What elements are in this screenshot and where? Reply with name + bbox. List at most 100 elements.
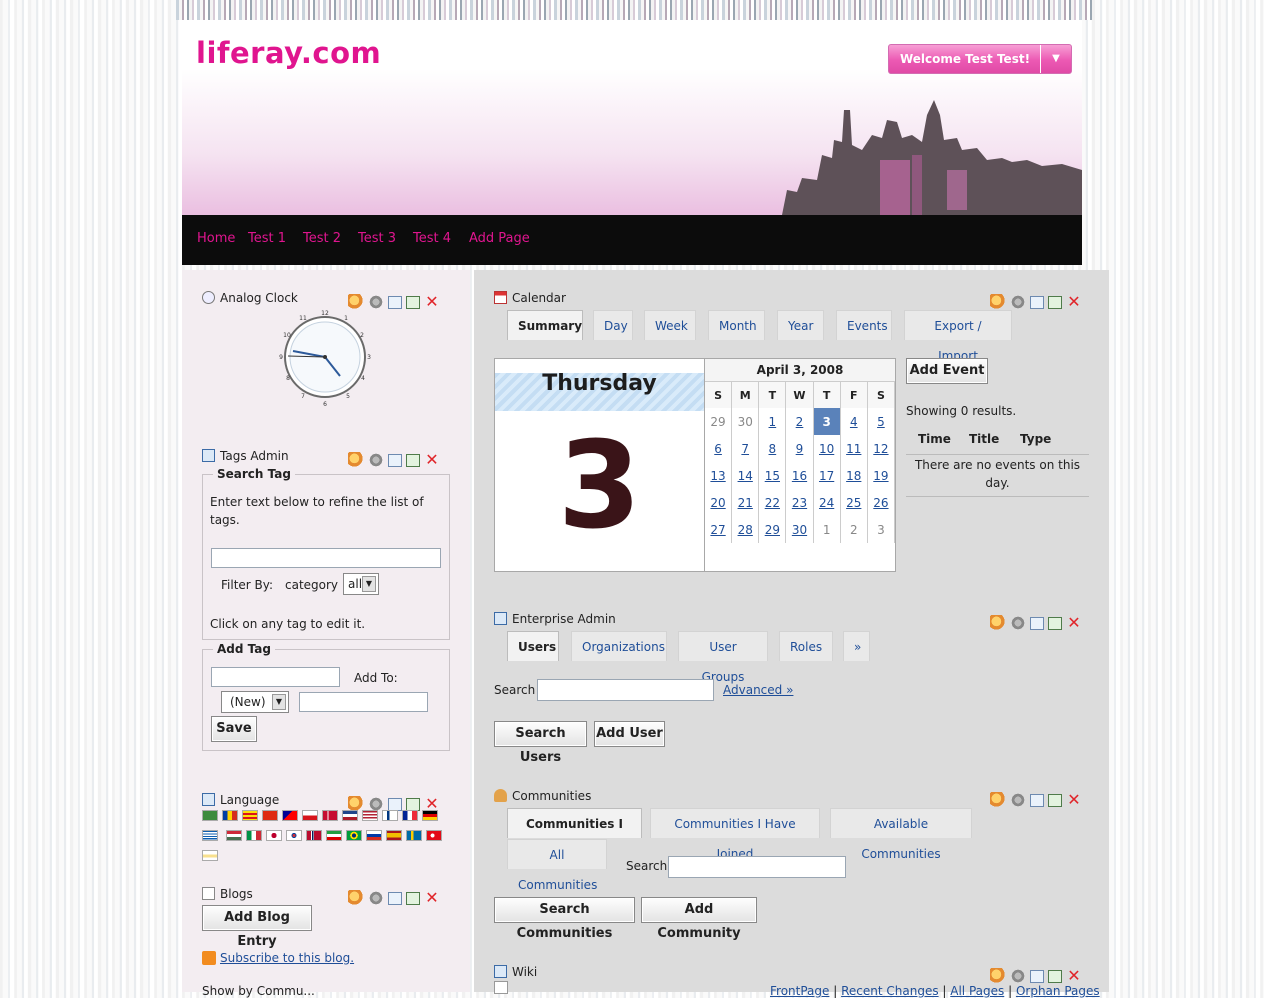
configuration-icon[interactable] <box>1010 792 1026 808</box>
tab-organizations[interactable]: Organizations <box>571 631 667 661</box>
minimize-icon[interactable] <box>388 454 402 467</box>
add-event-button[interactable]: Add Event <box>906 358 988 384</box>
advanced-search-link[interactable]: Advanced » <box>723 683 793 697</box>
look-and-feel-icon[interactable] <box>990 615 1006 631</box>
calendar-day[interactable]: 30 <box>785 516 814 543</box>
calendar-day[interactable]: 23 <box>785 489 814 516</box>
minimize-icon[interactable] <box>388 892 402 905</box>
user-search-input[interactable] <box>537 679 714 701</box>
add-community-button[interactable]: Add Community <box>641 897 757 941</box>
calendar-day[interactable]: 4 <box>840 408 868 435</box>
flag-icon[interactable] <box>405 830 422 841</box>
calendar-day[interactable]: 16 <box>785 462 814 489</box>
search-users-button[interactable]: Search Users <box>494 721 587 765</box>
maximize-icon[interactable] <box>1048 617 1062 630</box>
search-communities-button[interactable]: Search Communities <box>494 897 635 941</box>
configuration-icon[interactable] <box>1010 294 1026 310</box>
tab-week[interactable]: Week <box>644 310 696 340</box>
flag-icon[interactable] <box>245 830 262 841</box>
new-category-input[interactable] <box>299 692 428 712</box>
look-and-feel-icon[interactable] <box>348 294 364 310</box>
calendar-day[interactable]: 25 <box>840 489 868 516</box>
close-icon[interactable]: ✕ <box>1066 615 1082 631</box>
close-icon[interactable]: ✕ <box>1066 792 1082 808</box>
calendar-day-today[interactable]: 3 <box>813 408 841 435</box>
calendar-day[interactable]: 5 <box>867 408 896 435</box>
configuration-icon[interactable] <box>368 294 384 310</box>
close-icon[interactable]: ✕ <box>424 452 440 468</box>
calendar-day[interactable]: 28 <box>731 516 760 543</box>
flag-icon[interactable] <box>222 810 238 821</box>
calendar-day[interactable]: 13 <box>705 462 733 489</box>
tab-events[interactable]: Events <box>836 310 892 340</box>
welcome-menu-button[interactable]: Welcome Test Test! ▼ <box>888 44 1072 74</box>
close-icon[interactable]: ✕ <box>424 294 440 310</box>
flag-icon[interactable] <box>382 810 398 821</box>
filter-select[interactable]: all ▼ <box>343 573 379 595</box>
maximize-icon[interactable] <box>406 296 420 309</box>
tab-roles[interactable]: Roles <box>779 631 833 661</box>
nav-test-2[interactable]: Test 2 <box>303 231 341 246</box>
dropdown-arrow-icon[interactable]: ▼ <box>1040 45 1071 73</box>
close-icon[interactable]: ✕ <box>1066 294 1082 310</box>
calendar-day[interactable]: 1 <box>758 408 787 435</box>
flag-icon[interactable] <box>362 810 378 821</box>
flag-icon[interactable] <box>342 810 358 821</box>
tab-export-import[interactable]: Export / Import <box>904 310 1012 363</box>
flag-icon[interactable] <box>202 830 218 841</box>
tab-communities-joined[interactable]: Communities I Have Joined <box>650 808 820 861</box>
configuration-icon[interactable] <box>368 890 384 906</box>
flag-icon[interactable] <box>322 810 338 821</box>
tab-more[interactable]: » <box>843 631 870 661</box>
flag-icon[interactable] <box>302 810 318 821</box>
tab-month[interactable]: Month <box>708 310 765 340</box>
calendar-day[interactable]: 26 <box>867 489 896 516</box>
tab-user-groups[interactable]: User Groups <box>678 631 768 684</box>
calendar-day[interactable]: 29 <box>758 516 787 543</box>
calendar-day[interactable]: 21 <box>731 489 760 516</box>
calendar-day[interactable]: 18 <box>840 462 868 489</box>
flag-icon[interactable] <box>385 830 402 841</box>
look-and-feel-icon[interactable] <box>990 294 1006 310</box>
calendar-day[interactable]: 27 <box>705 516 733 543</box>
look-and-feel-icon[interactable] <box>348 452 364 468</box>
nav-test-3[interactable]: Test 3 <box>358 231 396 246</box>
calendar-day[interactable]: 6 <box>705 435 733 462</box>
calendar-day[interactable]: 17 <box>813 462 841 489</box>
calendar-day[interactable]: 15 <box>758 462 787 489</box>
column-type[interactable]: Type <box>1020 432 1051 446</box>
maximize-icon[interactable] <box>1048 794 1062 807</box>
add-tag-input[interactable] <box>211 667 340 687</box>
flag-icon[interactable] <box>365 830 382 841</box>
calendar-day[interactable]: 19 <box>867 462 896 489</box>
calendar-day[interactable]: 11 <box>840 435 868 462</box>
column-title[interactable]: Title <box>969 432 999 446</box>
site-logo[interactable]: liferay.com <box>196 36 381 70</box>
flag-icon[interactable] <box>282 810 298 821</box>
flag-icon[interactable] <box>202 850 218 861</box>
calendar-day[interactable]: 22 <box>758 489 787 516</box>
flag-icon[interactable] <box>325 830 342 841</box>
maximize-icon[interactable] <box>406 454 420 467</box>
tab-users[interactable]: Users <box>507 631 559 661</box>
calendar-day[interactable]: 2 <box>785 408 814 435</box>
wiki-all-pages-link[interactable]: All Pages <box>950 984 1004 998</box>
flag-icon[interactable] <box>265 830 282 841</box>
flag-icon[interactable] <box>305 830 322 841</box>
configuration-icon[interactable] <box>1010 968 1026 984</box>
calendar-day[interactable]: 20 <box>705 489 733 516</box>
tab-available-communities[interactable]: Available Communities <box>830 808 972 861</box>
maximize-icon[interactable] <box>406 892 420 905</box>
calendar-day[interactable]: 7 <box>731 435 760 462</box>
close-icon[interactable]: ✕ <box>424 890 440 906</box>
minimize-icon[interactable] <box>1030 296 1044 309</box>
calendar-day[interactable]: 9 <box>785 435 814 462</box>
flag-icon[interactable] <box>202 810 218 821</box>
nav-test-1[interactable]: Test 1 <box>248 231 286 246</box>
add-to-select[interactable]: (New) ▼ <box>221 691 289 713</box>
flag-icon[interactable] <box>262 810 278 821</box>
look-and-feel-icon[interactable] <box>348 890 364 906</box>
tab-summary[interactable]: Summary <box>507 310 583 340</box>
configuration-icon[interactable] <box>368 452 384 468</box>
nav-add-page[interactable]: Add Page <box>469 231 530 246</box>
